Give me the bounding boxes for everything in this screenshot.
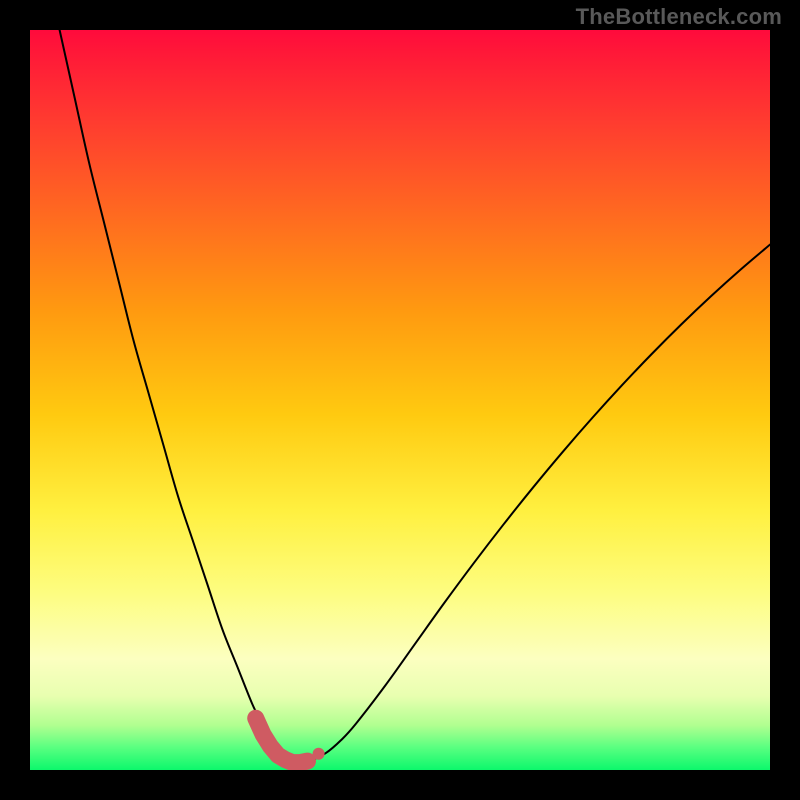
chart-frame: TheBottleneck.com — [0, 0, 800, 800]
watermark-text: TheBottleneck.com — [576, 4, 782, 30]
plot-area — [30, 30, 770, 770]
highlight-markers — [30, 30, 770, 770]
